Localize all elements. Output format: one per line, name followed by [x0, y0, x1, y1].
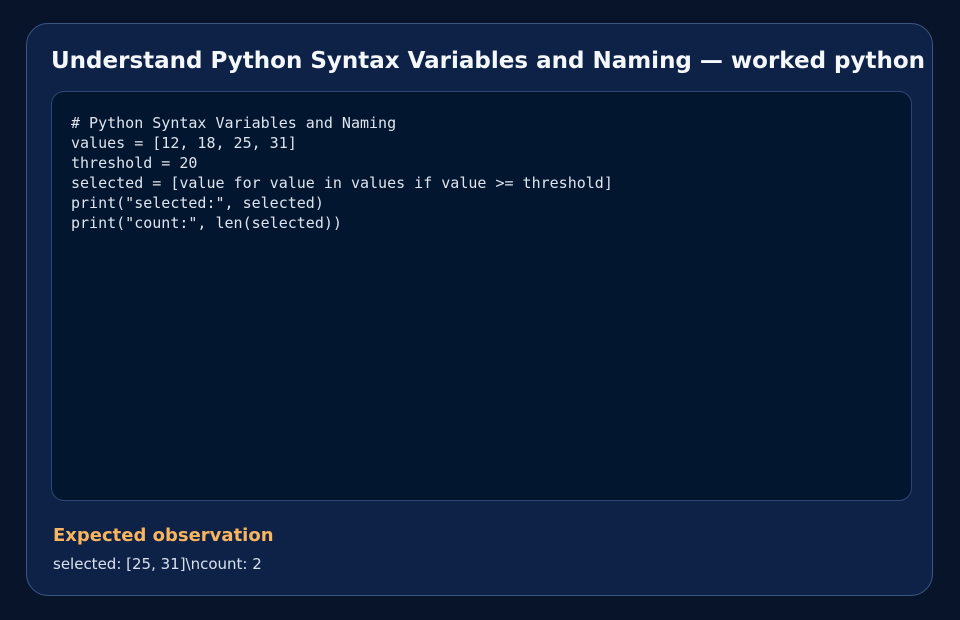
page-title: Understand Python Syntax Variables and N…	[51, 48, 932, 74]
code-line: values = [12, 18, 25, 31]	[71, 134, 297, 152]
code-line: threshold = 20	[71, 154, 198, 172]
observation-heading: Expected observation	[53, 525, 274, 546]
code-block: # Python Syntax Variables and Naming val…	[71, 113, 613, 233]
code-line: # Python Syntax Variables and Naming	[71, 114, 397, 132]
observation-text: selected: [25, 31]\ncount: 2	[53, 555, 262, 573]
code-panel: # Python Syntax Variables and Naming val…	[51, 91, 912, 501]
example-card: Understand Python Syntax Variables and N…	[26, 23, 933, 596]
code-line: print("selected:", selected)	[71, 194, 324, 212]
code-line: selected = [value for value in values if…	[71, 174, 613, 192]
code-line: print("count:", len(selected))	[71, 214, 342, 232]
